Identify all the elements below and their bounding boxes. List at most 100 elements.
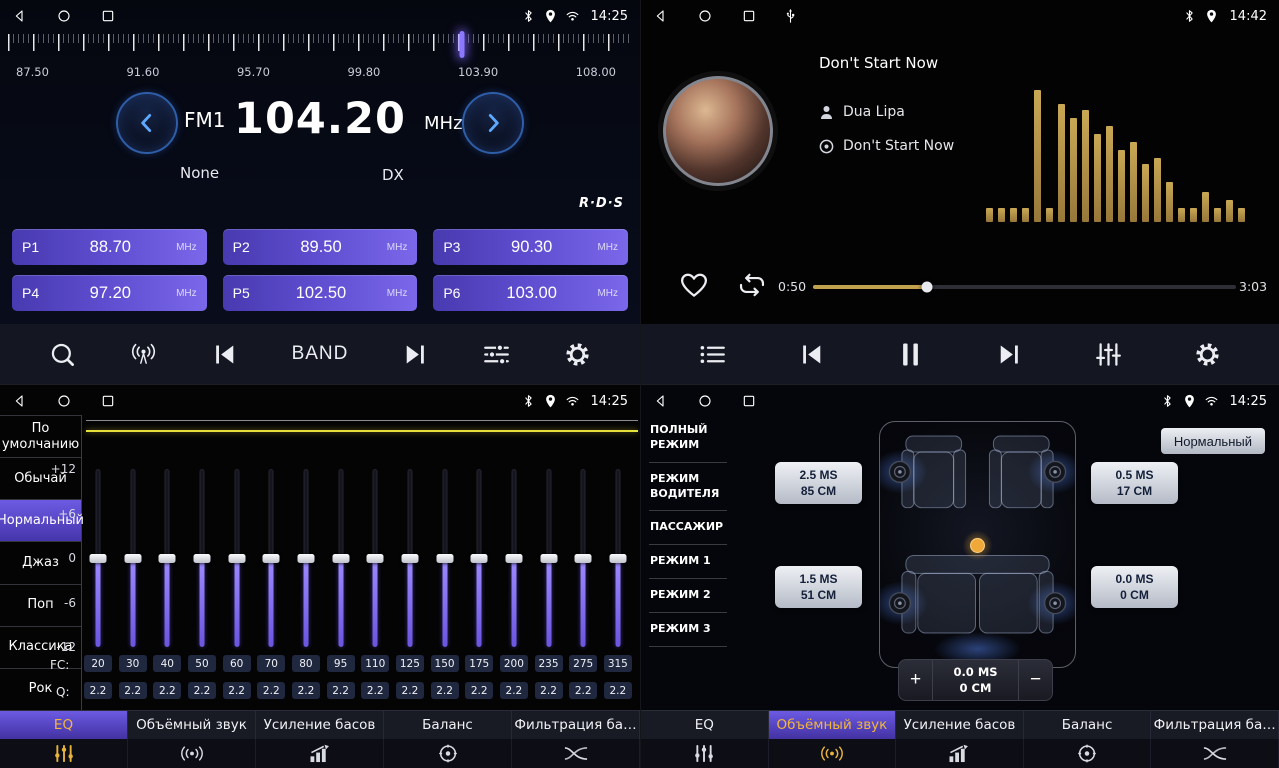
broadcast-icon[interactable] xyxy=(130,341,157,368)
back-icon[interactable] xyxy=(12,8,28,24)
tune-down-button[interactable] xyxy=(116,92,178,154)
mixer-faders-icon[interactable] xyxy=(1095,341,1122,368)
eq-band-slider[interactable] xyxy=(188,469,216,647)
slider-handle[interactable] xyxy=(90,554,107,563)
tab-filter[interactable]: Фильтрация ба… xyxy=(512,711,640,739)
tab-balance[interactable]: Баланс xyxy=(384,711,512,739)
slider-handle[interactable] xyxy=(505,554,522,563)
tab-eq[interactable]: EQ xyxy=(0,711,128,739)
tab-bass-boost[interactable]: Усиление басов xyxy=(896,711,1024,739)
eq-band-slider[interactable] xyxy=(84,469,112,647)
slider-handle[interactable] xyxy=(332,554,349,563)
eq-band-slider[interactable] xyxy=(604,469,632,647)
eq-band-slider[interactable] xyxy=(431,469,459,647)
listening-mode-item[interactable]: ПАССАЖИР xyxy=(649,511,727,545)
listening-mode-item[interactable]: ПОЛНЫЙ РЕЖИМ xyxy=(649,414,727,463)
eq-band-slider[interactable] xyxy=(153,469,181,647)
increase-delay-button[interactable]: + xyxy=(899,660,933,700)
tab-filter[interactable]: Фильтрация ба… xyxy=(1151,711,1279,739)
balance-icon[interactable] xyxy=(384,739,512,768)
progress-knob[interactable] xyxy=(922,282,933,293)
tab-surround[interactable]: Объёмный звук xyxy=(769,711,897,739)
slider-handle[interactable] xyxy=(367,554,384,563)
eq-band-slider[interactable] xyxy=(465,469,493,647)
front-left-delay-button[interactable]: 2.5 MS 85 CM xyxy=(775,462,862,504)
eq-sliders-icon[interactable] xyxy=(641,739,769,768)
front-right-delay-button[interactable]: 0.5 MS 17 CM xyxy=(1091,462,1178,504)
listening-mode-item[interactable]: РЕЖИМ 3 xyxy=(649,613,727,647)
favorite-heart-icon[interactable] xyxy=(679,270,709,300)
eq-band-slider[interactable] xyxy=(500,469,528,647)
progress-bar[interactable] xyxy=(813,285,1236,289)
crossover-filter-icon[interactable] xyxy=(1151,739,1279,768)
surround-sound-icon[interactable] xyxy=(769,739,897,768)
bass-boost-icon[interactable] xyxy=(256,739,384,768)
back-icon[interactable] xyxy=(653,8,669,24)
eq-band-slider[interactable] xyxy=(396,469,424,647)
crossover-filter-icon[interactable] xyxy=(512,739,640,768)
slider-handle[interactable] xyxy=(609,554,626,563)
tab-bass-boost[interactable]: Усиление басов xyxy=(256,711,384,739)
home-icon[interactable] xyxy=(56,8,72,24)
playlist-icon[interactable] xyxy=(699,341,726,368)
listening-mode-item[interactable]: РЕЖИМ 1 xyxy=(649,545,727,579)
tuner-indicator[interactable] xyxy=(460,31,465,58)
eq-band-slider[interactable] xyxy=(257,469,285,647)
next-track-icon[interactable] xyxy=(996,341,1023,368)
slider-handle[interactable] xyxy=(124,554,141,563)
home-icon[interactable] xyxy=(697,393,713,409)
eq-sliders-icon[interactable] xyxy=(0,739,128,768)
listening-mode-item[interactable]: РЕЖИМ 2 xyxy=(649,579,727,613)
next-track-icon[interactable] xyxy=(402,341,429,368)
eq-band-slider[interactable] xyxy=(119,469,147,647)
decrease-delay-button[interactable]: − xyxy=(1018,660,1052,700)
tuner-ticks[interactable] xyxy=(8,34,630,58)
slider-handle[interactable] xyxy=(401,554,418,563)
band-button[interactable]: BAND xyxy=(292,343,349,365)
preset-button[interactable]: P4 97.20 MHz xyxy=(12,275,207,311)
slider-handle[interactable] xyxy=(263,554,280,563)
preset-button[interactable]: P1 88.70 MHz xyxy=(12,229,207,265)
scan-icon[interactable] xyxy=(49,341,76,368)
slider-handle[interactable] xyxy=(228,554,245,563)
tune-up-button[interactable] xyxy=(462,92,524,154)
eq-band-slider[interactable] xyxy=(361,469,389,647)
prev-track-icon[interactable] xyxy=(798,341,825,368)
eq-band-slider[interactable] xyxy=(569,469,597,647)
listening-mode-item[interactable]: РЕЖИМ ВОДИТЕЛЯ xyxy=(649,463,727,512)
preset-button[interactable]: P3 90.30 MHz xyxy=(433,229,628,265)
tab-eq[interactable]: EQ xyxy=(641,711,769,739)
preset-button[interactable]: P6 103.00 MHz xyxy=(433,275,628,311)
surround-sound-icon[interactable] xyxy=(128,739,256,768)
slider-handle[interactable] xyxy=(540,554,557,563)
recents-icon[interactable] xyxy=(741,393,757,409)
preset-button[interactable]: P2 89.50 MHz xyxy=(223,229,418,265)
bass-boost-icon[interactable] xyxy=(896,739,1024,768)
tab-balance[interactable]: Баланс xyxy=(1024,711,1152,739)
eq-sliders-icon[interactable] xyxy=(483,341,510,368)
recents-icon[interactable] xyxy=(100,8,116,24)
settings-gear-icon[interactable] xyxy=(564,341,591,368)
home-icon[interactable] xyxy=(697,8,713,24)
recents-icon[interactable] xyxy=(100,393,116,409)
back-icon[interactable] xyxy=(653,393,669,409)
slider-handle[interactable] xyxy=(159,554,176,563)
slider-handle[interactable] xyxy=(575,554,592,563)
repeat-icon[interactable] xyxy=(737,270,767,300)
slider-handle[interactable] xyxy=(193,554,210,563)
slider-handle[interactable] xyxy=(297,554,314,563)
eq-band-slider[interactable] xyxy=(223,469,251,647)
slider-handle[interactable] xyxy=(436,554,453,563)
rear-left-delay-button[interactable]: 1.5 MS 51 CM xyxy=(775,566,862,608)
home-icon[interactable] xyxy=(56,393,72,409)
recents-icon[interactable] xyxy=(741,8,757,24)
rear-right-delay-button[interactable]: 0.0 MS 0 CM xyxy=(1091,566,1178,608)
stage-preset-button[interactable]: Нормальный xyxy=(1161,428,1265,454)
slider-handle[interactable] xyxy=(471,554,488,563)
settings-gear-icon[interactable] xyxy=(1194,341,1221,368)
balance-icon[interactable] xyxy=(1024,739,1152,768)
eq-band-slider[interactable] xyxy=(292,469,320,647)
prev-track-icon[interactable] xyxy=(211,341,238,368)
eq-band-slider[interactable] xyxy=(535,469,563,647)
eq-preset-item[interactable]: По умолчанию xyxy=(0,415,81,458)
